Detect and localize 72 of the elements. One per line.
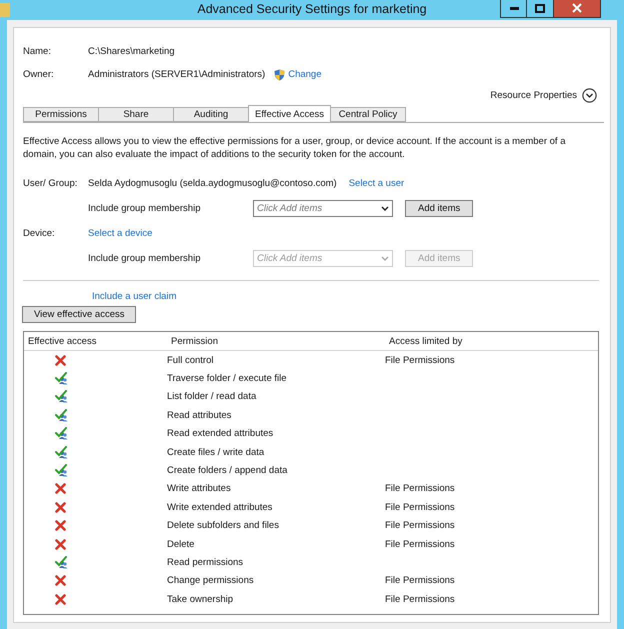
tab[interactable]: Auditing (173, 107, 249, 122)
permission-cell-text: Read extended attributes (167, 428, 274, 440)
permission-cell-text: Change permissions (167, 575, 255, 586)
permission-cell-text: Create folders / append data (167, 465, 288, 476)
column-header: Permission (170, 336, 219, 346)
limited-by-cell-text: File Permissions (385, 483, 456, 494)
caret-icon (381, 206, 389, 211)
limited-by-cell-text: File Permissions (385, 354, 456, 366)
name-label: Name: (23, 46, 52, 57)
minimize-button[interactable] (500, 0, 528, 18)
folder-icon (0, 3, 10, 17)
permission-cell-text: Take ownership (167, 594, 234, 605)
select-user-link[interactable]: Select a user (348, 178, 404, 188)
check-users-icon (55, 446, 69, 459)
expand-icon[interactable] (582, 88, 597, 103)
check-users-icon (55, 556, 69, 569)
minimize-icon (510, 6, 518, 10)
view-effective-access-button[interactable]: View effective access (22, 306, 136, 322)
tab[interactable]: Share (98, 107, 174, 122)
permission-cell-text: Traverse folder / execute file (167, 373, 288, 384)
tab[interactable]: Central Policy (330, 107, 406, 122)
column-header: Access limited by (388, 336, 464, 346)
description-text: Effective Access allows you to view the effective permissions for a user, group, or device account. If the account is a member of a domain, you can also evaluate the impact of additions to the security token for the account. (23, 135, 566, 161)
check-users-icon (55, 427, 69, 440)
x-mark-icon (55, 354, 66, 366)
x-mark-icon (55, 575, 66, 586)
permission-cell-text: Write attributes (167, 483, 232, 494)
column-header: Effective access (27, 336, 98, 346)
x-mark-icon (55, 483, 66, 494)
group-membership-dropdown[interactable]: Click Add items (253, 200, 393, 217)
permission-cell-text: Delete (167, 538, 196, 550)
limited-by-cell-text: File Permissions (385, 520, 456, 532)
include-user-claim-link[interactable]: Include a user claim (92, 290, 176, 302)
limited-by-cell-text: File Permissions (385, 594, 456, 605)
limited-by-cell-text: File Permissions (385, 502, 456, 513)
window-title: Advanced Security Settings for marketing (197, 2, 427, 16)
permission-cell-text: Read attributes (167, 410, 232, 421)
x-mark-icon (55, 520, 66, 532)
permission-cell-text: Write extended attributes (167, 502, 274, 513)
x-mark-icon (55, 538, 66, 550)
caret-icon (381, 256, 389, 261)
limited-by-cell-text: File Permissions (385, 538, 456, 550)
check-users-icon (55, 408, 69, 422)
check-users-icon (55, 372, 69, 386)
close-button[interactable] (553, 0, 601, 18)
user-group-label: User/ Group: (23, 178, 78, 188)
maximize-button[interactable] (526, 0, 554, 18)
permission-cell-text: Read permissions (167, 556, 244, 568)
group-membership-label: Include group membership (88, 203, 202, 214)
change-owner-link[interactable]: Change (288, 69, 322, 80)
device-label: Device: (23, 228, 56, 239)
permission-cell-text: Delete subfolders and files (167, 520, 280, 532)
group-membership-label: Include group membership (88, 253, 202, 264)
owner-label: Owner: (23, 69, 55, 80)
x-mark-icon (55, 502, 66, 513)
name-value: C:\Shares\marketing (88, 46, 175, 57)
resource-properties-label: Resource Properties (490, 90, 577, 101)
check-users-icon (55, 464, 69, 478)
permission-cell-text: Full control (167, 354, 214, 366)
tab[interactable]: Permissions (23, 107, 99, 122)
select-device-link[interactable]: Select a device (88, 228, 152, 239)
check-users-icon (55, 390, 69, 404)
add-items-button[interactable]: Add items (405, 200, 474, 217)
close-icon (572, 3, 582, 13)
x-mark-icon (55, 594, 66, 605)
permission-cell-text: Create files / write data (167, 446, 266, 458)
owner-value: Administrators (SERVER1\Administrators) (88, 69, 266, 80)
maximize-icon (535, 4, 545, 12)
permission-cell-text: List folder / read data (167, 391, 258, 402)
shield-icon (274, 68, 286, 80)
user-group-value: Selda Aydogmusoglu (selda.aydogmusoglu@contoso.com) (88, 178, 337, 188)
limited-by-cell-text: File Permissions (385, 575, 456, 586)
